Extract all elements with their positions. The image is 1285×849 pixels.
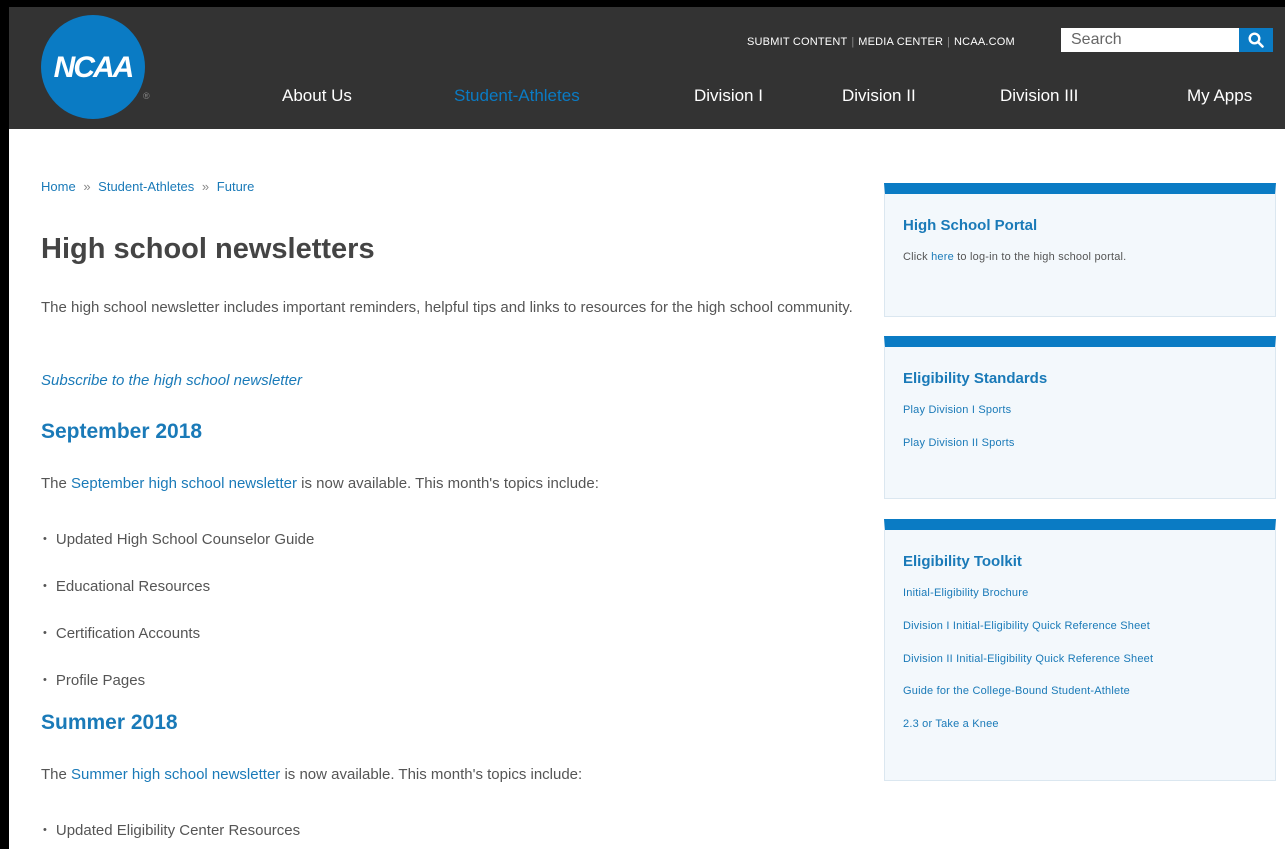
card-link[interactable]: Guide for the College-Bound Student-Athl… <box>903 685 1130 697</box>
logo-text: NCAA <box>53 51 135 84</box>
nav-my-apps[interactable]: My Apps <box>1187 86 1252 106</box>
summer-newsletter-link[interactable]: Summer high school newsletter <box>71 766 280 783</box>
ncaa-com-link[interactable]: NCAA.COM <box>954 36 1015 48</box>
breadcrumb-future[interactable]: Future <box>217 179 255 194</box>
section-text: The September high school newsletter is … <box>41 475 599 492</box>
search-icon <box>1248 32 1264 48</box>
section-heading-september-2018: September 2018 <box>41 420 203 443</box>
list-item-label: Profile Pages <box>55 672 146 689</box>
card-eligibility-toolkit: Eligibility Toolkit Initial-Eligibility … <box>884 519 1276 781</box>
search-button[interactable] <box>1239 28 1273 52</box>
list-item: • Educational Resources <box>43 578 210 595</box>
nav-division-i[interactable]: Division I <box>694 86 763 106</box>
utility-separator: | <box>947 36 951 48</box>
list-item: • Updated High School Counselor Guide <box>43 531 314 548</box>
nav-division-iii[interactable]: Division III <box>1000 86 1078 106</box>
text-suffix: is now available. This month's topics in… <box>296 475 599 492</box>
page-title: High school newsletters <box>41 233 375 265</box>
september-newsletter-link[interactable]: September high school newsletter <box>71 475 297 492</box>
ncaa-logo[interactable]: NCAA <box>41 15 145 119</box>
breadcrumb-separator: » <box>83 179 91 194</box>
card-link[interactable]: 2.3 or Take a Knee <box>903 718 999 730</box>
bullet-icon: • <box>43 824 47 836</box>
list-item: • Updated Eligibility Center Resources <box>43 822 300 839</box>
breadcrumb-separator: » <box>201 179 210 194</box>
list-item-label: Certification Accounts <box>55 625 201 642</box>
card-text: Click here to log-in to the high school … <box>903 251 1126 263</box>
site-header: NCAA ® SUBMIT CONTENT | MEDIA CENTER | N… <box>9 7 1285 129</box>
nav-student-athletes[interactable]: Student-Athletes <box>454 86 580 106</box>
browser-viewport: NCAA ® SUBMIT CONTENT | MEDIA CENTER | N… <box>9 7 1285 849</box>
registered-mark: ® <box>143 91 150 101</box>
card-title: High School Portal <box>903 217 1038 234</box>
media-center-link[interactable]: MEDIA CENTER <box>858 36 943 48</box>
text-prefix: The <box>41 766 72 783</box>
card-title: Eligibility Standards <box>903 370 1048 387</box>
submit-content-link[interactable]: SUBMIT CONTENT <box>747 36 847 48</box>
section-text: The Summer high school newsletter is now… <box>41 766 582 783</box>
breadcrumb-student-athletes[interactable]: Student-Athletes <box>98 179 194 194</box>
card-title: Eligibility Toolkit <box>903 553 1022 570</box>
card-eligibility-standards: Eligibility Standards Play Division I Sp… <box>884 336 1276 499</box>
breadcrumb-home[interactable]: Home <box>41 179 76 194</box>
subscribe-link[interactable]: Subscribe to the high school newsletter <box>41 372 302 389</box>
section-heading-summer-2018: Summer 2018 <box>41 711 178 734</box>
card-link[interactable]: Division II Initial-Eligibility Quick Re… <box>903 653 1153 665</box>
high-school-portal-link[interactable]: here <box>931 251 954 263</box>
bullet-icon: • <box>43 580 47 592</box>
text-suffix: is now available. This month's topics in… <box>280 766 583 783</box>
card-high-school-portal: High School Portal Click here to log-in … <box>884 183 1276 317</box>
breadcrumb: Home » Student-Athletes » Future <box>41 179 254 194</box>
text-suffix: to log-in to the high school portal. <box>953 251 1127 263</box>
utility-links: SUBMIT CONTENT | MEDIA CENTER | NCAA.COM <box>747 36 1015 48</box>
bullet-icon: • <box>43 627 47 639</box>
bullet-icon: • <box>43 533 47 545</box>
card-link[interactable]: Play Division II Sports <box>903 437 1015 449</box>
utility-separator: | <box>851 36 855 48</box>
nav-about-us[interactable]: About Us <box>282 86 352 106</box>
text-prefix: The <box>41 475 72 492</box>
intro-text: The high school newsletter includes impo… <box>41 299 853 316</box>
card-link[interactable]: Play Division I Sports <box>903 404 1011 416</box>
bullet-icon: • <box>43 674 47 686</box>
search-input[interactable] <box>1061 28 1239 52</box>
list-item: • Certification Accounts <box>43 625 200 642</box>
list-item-label: Educational Resources <box>55 578 211 595</box>
text-prefix: Click <box>903 251 932 263</box>
list-item-label: Updated Eligibility Center Resources <box>55 822 301 839</box>
list-item: • Profile Pages <box>43 672 145 689</box>
list-item-label: Updated High School Counselor Guide <box>55 531 315 548</box>
nav-division-ii[interactable]: Division II <box>842 86 916 106</box>
card-link[interactable]: Initial-Eligibility Brochure <box>903 587 1028 599</box>
card-link[interactable]: Division I Initial-Eligibility Quick Ref… <box>903 620 1150 632</box>
